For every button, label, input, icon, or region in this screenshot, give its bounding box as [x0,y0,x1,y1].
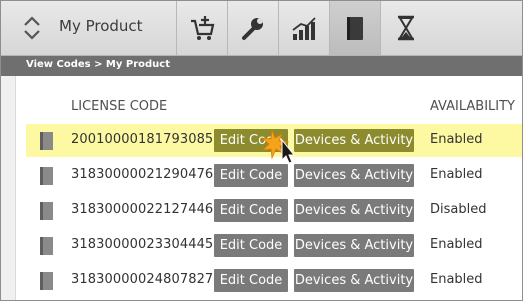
devices-activity-button[interactable]: Devices & Activity [294,164,414,187]
add-to-cart-button[interactable] [176,1,227,55]
availability-status: Enabled [430,237,483,252]
app-frame: My Product View Codes > My Product LICEN… [0,0,523,301]
table-row: 318300000233044459 Edit Code Devices & A… [26,229,522,262]
book-icon [40,167,53,185]
availability-status: Disabled [430,202,487,217]
book-icon [40,202,53,220]
mouse-cursor-icon [260,129,296,164]
availability-status: Enabled [430,167,483,182]
edit-code-button[interactable]: Edit Code [214,269,288,292]
column-header-availability: AVAILABILITY [430,99,515,114]
book-icon [40,237,53,255]
breadcrumb-bar: View Codes > My Product [1,56,522,76]
book-icon [40,272,53,290]
cart-add-icon [191,16,215,40]
table-row: 318300000221274462 Edit Code Devices & A… [26,194,522,227]
edit-code-button[interactable]: Edit Code [214,164,288,187]
edit-code-button[interactable]: Edit Code [214,234,288,257]
license-code: 318300000248078275 [71,272,222,287]
chevron-up-down-icon [24,16,40,40]
table-row: 318300000248078275 Edit Code Devices & A… [26,264,522,297]
settings-button[interactable] [227,1,278,55]
top-toolbar: My Product [1,1,522,56]
license-code: 318300000221274462 [71,202,222,217]
history-button[interactable] [380,1,431,55]
devices-activity-button[interactable]: Devices & Activity [294,129,414,152]
devices-activity-button[interactable]: Devices & Activity [294,234,414,257]
devices-activity-button[interactable]: Devices & Activity [294,269,414,292]
license-codes-button[interactable] [329,1,380,55]
left-sidebar [1,76,16,300]
devices-activity-button[interactable]: Devices & Activity [294,199,414,222]
wrench-icon [242,18,263,40]
column-header-license-code: LICENSE CODE [71,99,168,114]
edit-code-button[interactable]: Edit Code [214,199,288,222]
product-name: My Product [59,17,143,35]
availability-status: Enabled [430,132,483,147]
breadcrumb[interactable]: View Codes > My Product [26,59,170,70]
reports-button[interactable] [278,1,329,55]
hourglass-icon [398,15,414,41]
license-code: 318300000212904761 [71,167,222,182]
product-selector[interactable]: My Product [1,1,176,55]
license-code: 200100001817930859 [71,132,222,147]
license-code: 318300000233044459 [71,237,222,252]
bar-chart-icon [292,17,316,40]
availability-status: Enabled [430,272,483,287]
book-icon [40,132,53,150]
book-icon [347,17,363,40]
